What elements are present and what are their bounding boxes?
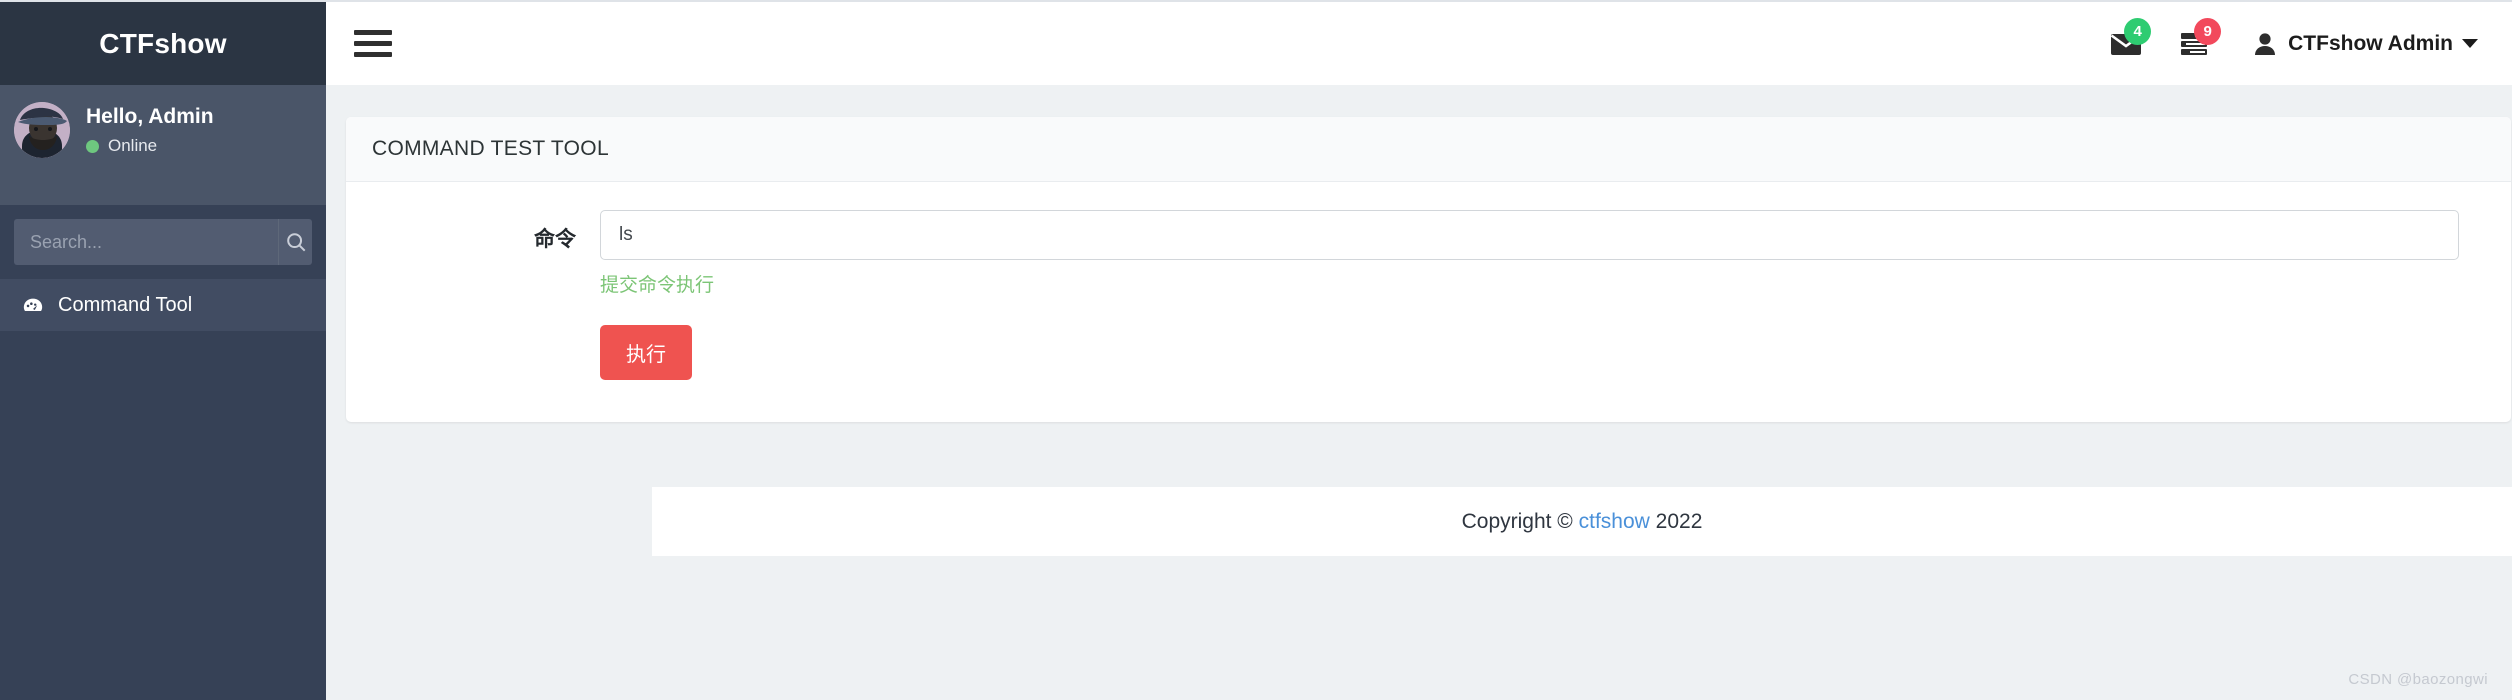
user-menu-button[interactable]: CTFshow Admin [2254,32,2478,56]
sidebar-item-label: Command Tool [58,293,193,316]
command-label: 命令 [534,227,576,251]
command-help-text: 提交命令执行 [600,274,715,296]
user-panel: Hello, Admin Online [0,85,326,205]
command-form: 命令 提交命令执行 执行 [372,210,2485,380]
card-title: COMMAND TEST TOOL [372,137,609,160]
search-input[interactable] [14,219,278,265]
footer-link[interactable]: ctfshow [1579,510,1650,533]
user-menu-label: CTFshow Admin [2288,31,2453,55]
card-body: 命令 提交命令执行 执行 [346,182,2511,422]
command-input[interactable] [600,210,2459,260]
page-root: CTFshow Hello, Admin Online Search... Co… [0,0,2512,700]
user-row: Hello, Admin Online [0,102,326,158]
tasks-button[interactable]: 9 [2180,17,2222,57]
sidebar: CTFshow Hello, Admin Online Search... Co… [0,2,326,700]
messages-badge: 4 [2124,17,2152,45]
user-greeting: Hello, Admin [86,105,214,128]
sidebar-search-wrap [0,205,326,265]
tasks-badge: 9 [2194,17,2222,45]
sidebar-nav: Command Tool [0,279,326,331]
user-meta: Hello, Admin Online [86,104,214,156]
content-area: COMMAND TEST TOOL 命令 提交命令执行 执行 [326,85,2512,422]
user-avatar-image [14,102,70,158]
command-field-wrap: 提交命令执行 执行 [600,210,2485,380]
caret-down-icon [2462,39,2478,48]
execute-button[interactable]: 执行 [600,325,692,380]
footer: Copyright © ctfshow 2022 [652,487,2512,556]
search-icon [286,233,305,252]
online-status-dot [86,139,99,153]
watermark: CSDN @baozongwi [2348,671,2488,688]
sidebar-item-command-tool[interactable]: Command Tool [0,279,326,331]
search-button[interactable] [278,219,312,265]
tachometer-icon [20,294,46,316]
footer-suffix: 2022 [1649,509,1703,533]
user-status-label: Online [108,136,158,155]
hamburger-icon[interactable] [354,18,396,69]
avatar[interactable] [14,102,70,158]
search-box [14,219,312,265]
main-area: 4 9 CTFshow Admin COMMAND TEST TOOL 命令 l… [326,2,2512,700]
user-status: Online [86,136,214,156]
card-header: COMMAND TEST TOOL [346,117,2511,182]
user-icon [2255,32,2276,55]
footer-prefix: Copyright © [1461,509,1579,533]
top-navbar: 4 9 CTFshow Admin [326,2,2512,85]
footer-text: Copyright © ctfshow 2022 [1462,510,1703,534]
navbar-right: 4 9 CTFshow Admin [2072,17,2478,57]
messages-button[interactable]: 4 [2110,17,2152,57]
submit-row: 执行 [600,325,2459,380]
command-tool-card: COMMAND TEST TOOL 命令 提交命令执行 执行 [346,117,2511,422]
brand-title: CTFshow [99,27,227,59]
brand-header[interactable]: CTFshow [0,2,326,85]
